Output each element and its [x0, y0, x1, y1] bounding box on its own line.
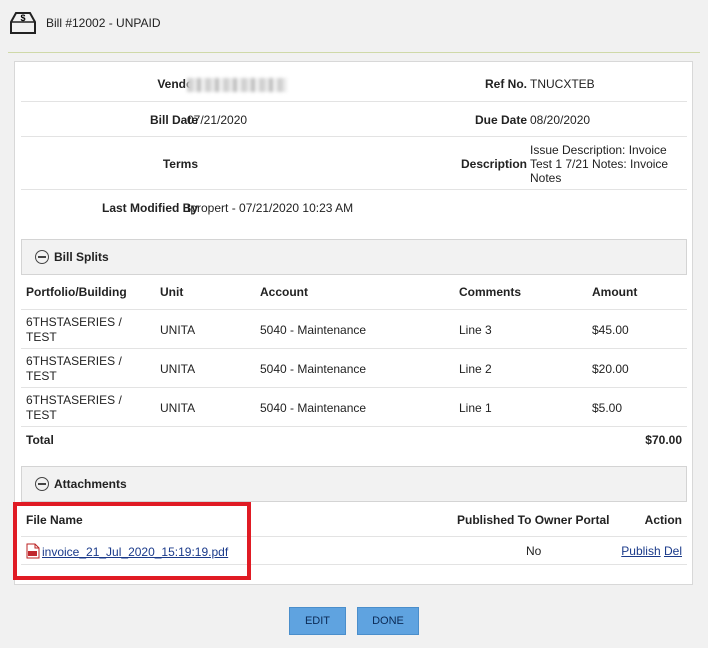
- total-value: $70.00: [645, 433, 682, 447]
- cell-unit: UNITA: [160, 401, 196, 415]
- collapse-minus-icon[interactable]: [35, 477, 49, 491]
- cell-comments: Line 1: [459, 401, 492, 415]
- splits-total-row: Total $70.00: [21, 427, 687, 453]
- duedate-label: Due Date: [474, 113, 527, 127]
- cell-account: 5040 - Maintenance: [260, 362, 367, 376]
- attachment-actions: Publish Del: [621, 544, 682, 558]
- col-action: Action: [644, 513, 682, 527]
- cell-comments: Line 2: [459, 362, 492, 376]
- attachments-title: Attachments: [54, 477, 127, 491]
- lastmod-value: tpropert - 07/21/2020 10:23 AM: [187, 201, 354, 215]
- col-comments: Comments: [459, 285, 522, 299]
- info-row-dates: Bill Date 07/21/2020 Due Date 08/20/2020: [21, 102, 687, 137]
- info-row-lastmod: Last Modified By tpropert - 07/21/2020 1…: [21, 190, 687, 225]
- svg-text:$: $: [20, 13, 25, 23]
- cell-amount: $45.00: [592, 323, 629, 337]
- page-header: $ Bill #12002 - UNPAID: [8, 8, 161, 38]
- edit-button[interactable]: EDIT: [289, 607, 346, 635]
- cell-comments: Line 3: [459, 323, 492, 337]
- col-published: Published To Owner Portal: [457, 513, 610, 527]
- cell-account: 5040 - Maintenance: [260, 323, 367, 337]
- col-account: Account: [260, 285, 308, 299]
- cell-unit: UNITA: [160, 362, 196, 376]
- bill-dollar-icon: $: [8, 10, 38, 36]
- cell-portfolio: 6THSTASERIES / TEST: [26, 393, 122, 422]
- billdate-value: 07/21/2020: [187, 113, 248, 127]
- publish-link[interactable]: Publish: [621, 544, 660, 558]
- cell-portfolio: 6THSTASERIES / TEST: [26, 354, 122, 383]
- bill-detail-panel: Vendor Ref No. TNUCXTEB Bill Date 07/21/…: [14, 61, 693, 585]
- cell-amount: $20.00: [592, 362, 629, 376]
- info-row-vendor: Vendor Ref No. TNUCXTEB: [21, 62, 687, 102]
- attachments-header-row: File Name Published To Owner Portal Acti…: [21, 502, 687, 537]
- description-label: Description: [460, 157, 527, 171]
- collapse-minus-icon[interactable]: [35, 250, 49, 264]
- attachment-file-link[interactable]: invoice_21_Jul_2020_15:19:19.pdf: [42, 545, 228, 559]
- table-row: 6THSTASERIES / TEST UNITA 5040 - Mainten…: [21, 310, 687, 349]
- attachments-header[interactable]: Attachments: [21, 466, 687, 502]
- attachment-row: invoice_21_Jul_2020_15:19:19.pdf No Publ…: [21, 537, 687, 565]
- bill-splits-title: Bill Splits: [54, 250, 109, 264]
- col-file-name: File Name: [26, 513, 83, 527]
- vendor-blurred-name: [187, 77, 287, 92]
- lastmod-label: Last Modified By: [101, 201, 198, 215]
- table-row: 6THSTASERIES / TEST UNITA 5040 - Mainten…: [21, 349, 687, 388]
- splits-header-row: Portfolio/Building Unit Account Comments…: [21, 274, 687, 310]
- cell-unit: UNITA: [160, 323, 196, 337]
- page-title: Bill #12002 - UNPAID: [46, 16, 161, 30]
- delete-link[interactable]: Del: [664, 544, 682, 558]
- total-label: Total: [26, 433, 54, 447]
- done-button[interactable]: DONE: [357, 607, 419, 635]
- table-row: 6THSTASERIES / TEST UNITA 5040 - Mainten…: [21, 388, 687, 427]
- pdf-file-icon: [26, 543, 40, 559]
- description-value: Issue Description: Invoice Test 1 7/21 N…: [530, 143, 669, 185]
- col-portfolio: Portfolio/Building: [26, 285, 127, 299]
- refno-label: Ref No.: [485, 77, 527, 91]
- vendor-value: [187, 77, 287, 92]
- cell-amount: $5.00: [592, 401, 623, 415]
- info-row-terms: Terms Description Issue Description: Inv…: [21, 137, 687, 190]
- duedate-value: 08/20/2020: [530, 113, 591, 127]
- cell-account: 5040 - Maintenance: [260, 401, 367, 415]
- terms-label: Terms: [162, 157, 198, 171]
- refno-value: TNUCXTEB: [530, 77, 595, 91]
- bill-splits-header[interactable]: Bill Splits: [21, 239, 687, 275]
- header-divider: [8, 52, 700, 53]
- cell-portfolio: 6THSTASERIES / TEST: [26, 315, 122, 344]
- attachment-published: No: [526, 544, 542, 558]
- col-unit: Unit: [160, 285, 184, 299]
- attachment-file[interactable]: invoice_21_Jul_2020_15:19:19.pdf: [26, 543, 228, 559]
- col-amount: Amount: [592, 285, 638, 299]
